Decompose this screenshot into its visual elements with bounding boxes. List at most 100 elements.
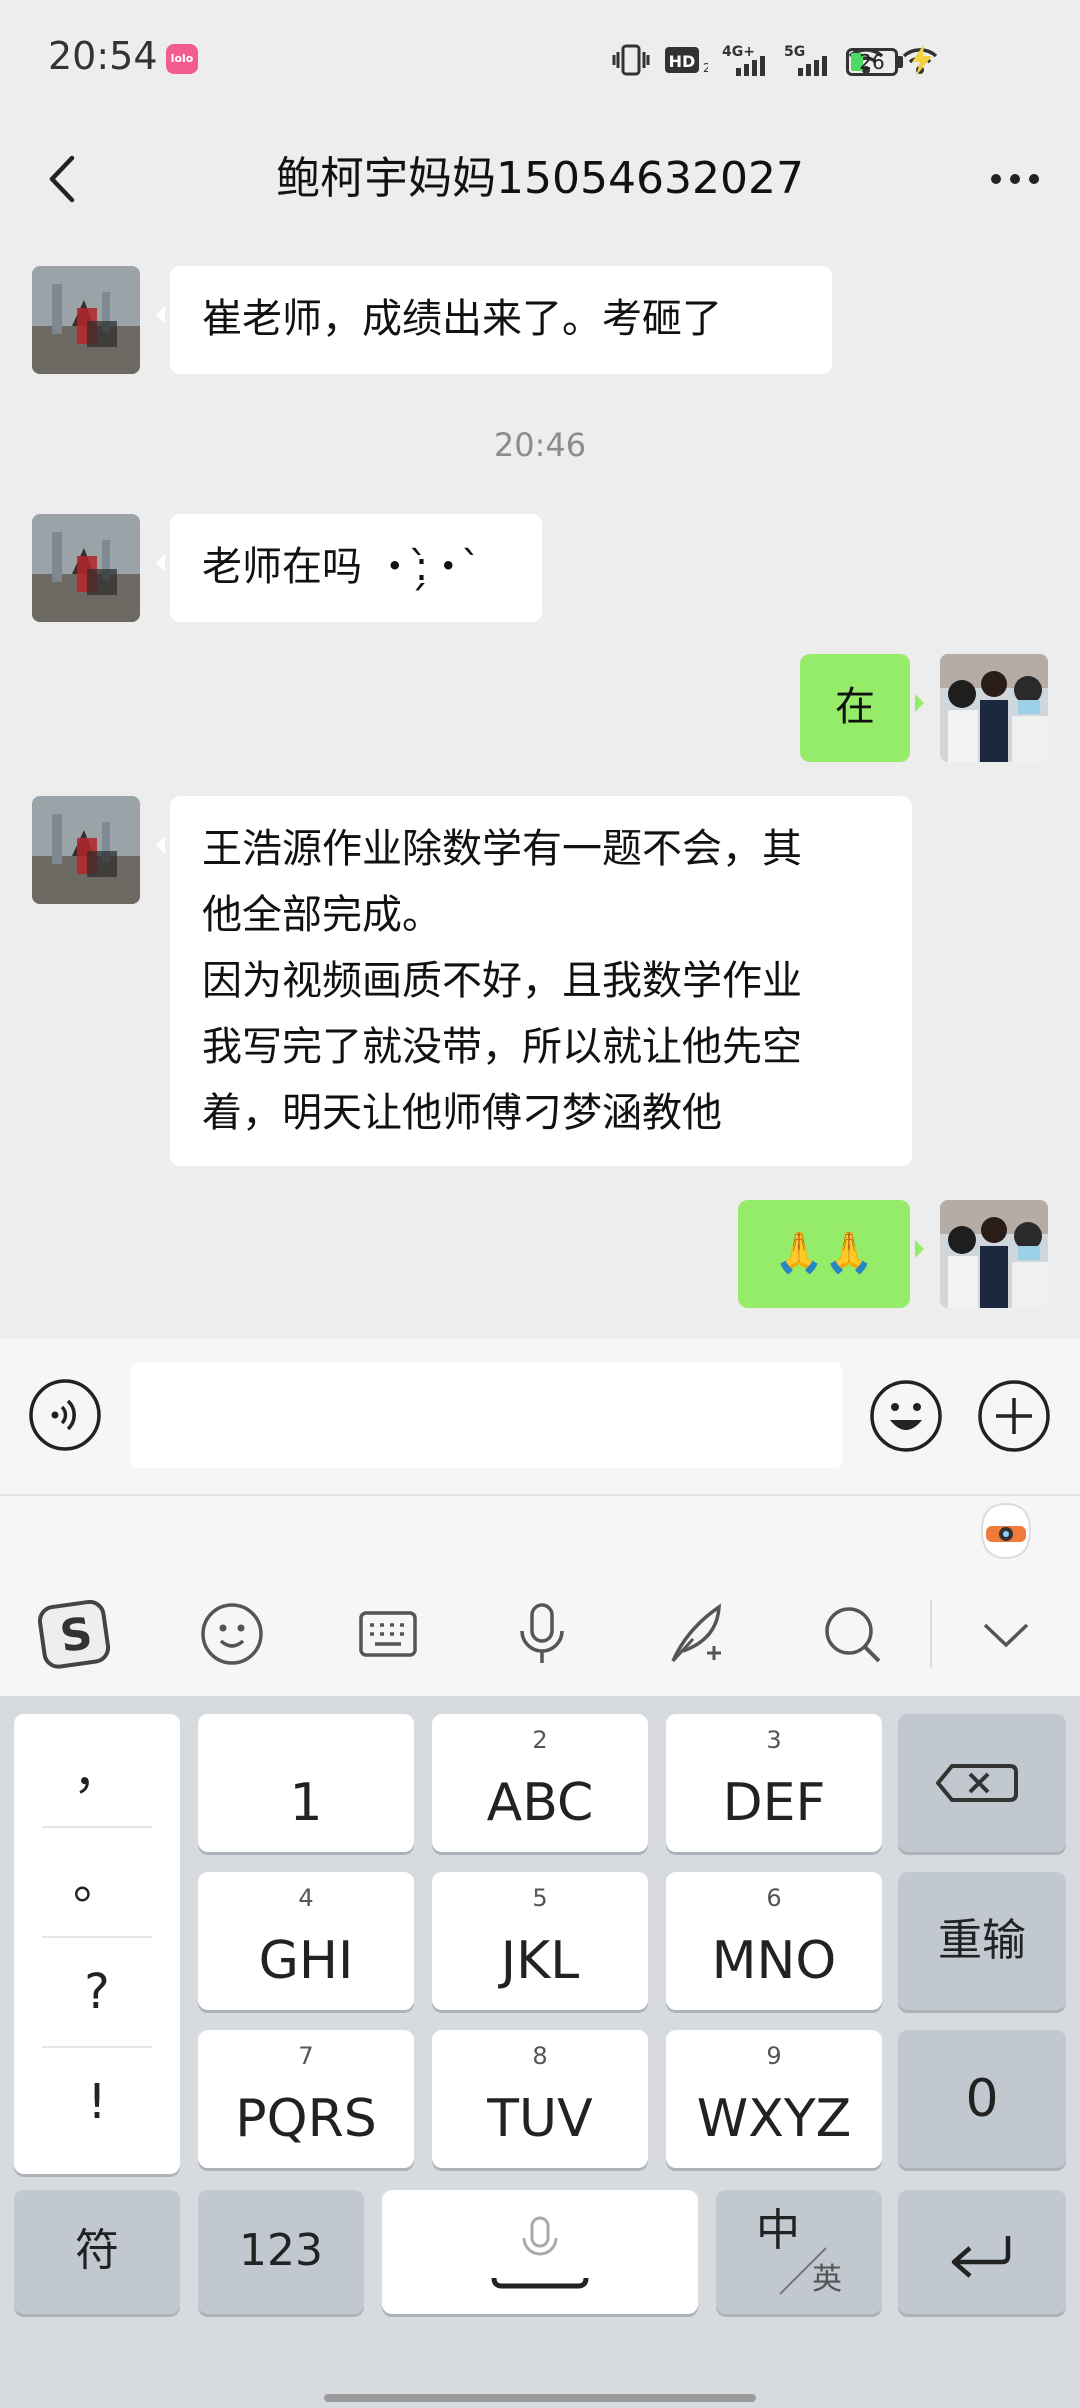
sogou-logo-button[interactable]: S: [34, 1592, 118, 1676]
keyboard-emoji-button[interactable]: [190, 1592, 274, 1676]
keyboard-toolbar: S: [0, 1580, 1080, 1690]
my-avatar[interactable]: [940, 654, 1048, 762]
sogou-logo-icon: S: [37, 1599, 111, 1669]
message-bubble-incoming[interactable]: 王浩源作业除数学有一题不会，其 他全部完成。 因为视频画质不好，且我数学作业 我…: [156, 796, 912, 1166]
punctuation-key[interactable]: ，: [14, 1718, 180, 1826]
message-text-line: 我写完了就没带，所以就让他先空: [202, 1024, 802, 1070]
app-notification-icon: lolo: [166, 44, 198, 74]
key-number: 5: [532, 1884, 548, 1912]
keyboard-mascot-icon[interactable]: [974, 1500, 1038, 1564]
lang-en-label: 英: [812, 2262, 842, 2297]
contact-avatar[interactable]: [32, 514, 140, 622]
emoji-icon: [870, 1380, 942, 1452]
svg-text:2: 2: [703, 61, 708, 75]
back-button[interactable]: [30, 144, 100, 214]
message-bubble-outgoing[interactable]: 🙏🙏: [738, 1200, 924, 1308]
backspace-key[interactable]: [898, 1714, 1066, 1852]
key-label: 1: [289, 1773, 323, 1833]
quill-icon: [671, 1603, 721, 1663]
contact-avatar[interactable]: [32, 266, 140, 374]
more-button[interactable]: [970, 144, 1060, 214]
key-number: 8: [532, 2042, 548, 2070]
message-input[interactable]: [130, 1362, 842, 1468]
enter-key[interactable]: [898, 2190, 1066, 2314]
key-ghi[interactable]: 4 GHI: [198, 1872, 414, 2010]
key-label: JKL: [500, 1931, 580, 1991]
key-label: ABC: [486, 1773, 594, 1833]
language-switch-key[interactable]: 中 英: [716, 2190, 882, 2314]
status-time: 20:54: [48, 34, 158, 78]
collapse-keyboard-button[interactable]: [964, 1592, 1048, 1676]
backspace-icon: [936, 1764, 1018, 1802]
key-jkl[interactable]: 5 JKL: [432, 1872, 648, 2010]
handwriting-button[interactable]: [656, 1592, 740, 1676]
status-bar: 20:54 lolo HD 2 4G+ 5G 26: [0, 0, 1080, 120]
toolbar-divider: [930, 1600, 932, 1668]
voice-input-button[interactable]: [28, 1378, 102, 1452]
key-mno[interactable]: 6 MNO: [666, 1872, 882, 2010]
svg-text:HD: HD: [669, 52, 696, 71]
chat-input-bar: [0, 1338, 1080, 1496]
numbers-key[interactable]: 123: [198, 2190, 364, 2314]
key-label: 符: [75, 2225, 119, 2276]
smile-icon: [201, 1603, 263, 1665]
key-number: 7: [298, 2042, 314, 2070]
enter-icon: [951, 2236, 1011, 2278]
keyboard-voice-button[interactable]: [500, 1592, 584, 1676]
key-label: WXYZ: [696, 2089, 852, 2149]
my-avatar[interactable]: [940, 1200, 1048, 1308]
keyboard: ， 。 ? ! 1 2 ABC 3 DEF 4 GHI 5 JKL 6 MNO …: [0, 1696, 1080, 2408]
keyboard-icon: [359, 1611, 417, 1657]
chevron-left-icon: [49, 155, 75, 203]
message-timestamp: 20:46: [493, 426, 587, 464]
keyboard-layout-button[interactable]: [346, 1592, 430, 1676]
reset-key[interactable]: 重输: [898, 1872, 1066, 2010]
punctuation-key[interactable]: !: [14, 2048, 180, 2156]
slash-divider: [779, 2247, 827, 2295]
plus-icon: [978, 1380, 1050, 1452]
key-label: MNO: [711, 1931, 837, 1991]
key-1[interactable]: 1: [198, 1714, 414, 1852]
key-pqrs[interactable]: 7 PQRS: [198, 2030, 414, 2168]
keyboard-search-button[interactable]: [810, 1592, 894, 1676]
key-abc[interactable]: 2 ABC: [432, 1714, 648, 1852]
battery-icon: 26: [846, 48, 898, 76]
battery-level: 26: [859, 50, 885, 74]
key-0[interactable]: 0: [898, 2030, 1066, 2168]
key-wxyz[interactable]: 9 WXYZ: [666, 2030, 882, 2168]
key-label: 123: [239, 2225, 323, 2276]
message-text-line: 王浩源作业除数学有一题不会，其: [202, 826, 802, 872]
key-label: DEF: [722, 1773, 826, 1833]
key-label: GHI: [258, 1931, 354, 1991]
message-text: 崔老师，成绩出来了。考砸了: [202, 296, 722, 342]
home-indicator[interactable]: [324, 2394, 756, 2402]
punctuation-column: ， 。 ? !: [14, 1714, 180, 2174]
hd-icon: HD 2: [664, 42, 708, 78]
message-bubble-outgoing[interactable]: 在: [800, 654, 924, 762]
message-text: 老师在吗 ・:̗̀・ ̀: [202, 544, 481, 590]
key-number: 3: [766, 1726, 782, 1754]
key-def[interactable]: 3 DEF: [666, 1714, 882, 1852]
emoji-button[interactable]: [868, 1378, 944, 1454]
message-text-line: 着，明天让他师傅刁梦涵教他: [202, 1090, 722, 1136]
space-key[interactable]: [382, 2190, 698, 2314]
symbols-key[interactable]: 符: [14, 2190, 180, 2314]
contact-avatar[interactable]: [32, 796, 140, 904]
message-bubble-incoming[interactable]: 老师在吗 ・:̗̀・ ̀: [156, 514, 542, 622]
battery-cap: [898, 56, 903, 68]
key-tuv[interactable]: 8 TUV: [432, 2030, 648, 2168]
microphone-icon: [520, 1603, 564, 1663]
svg-text:5G: 5G: [784, 44, 805, 60]
message-text-line: 因为视频画质不好，且我数学作业: [202, 958, 802, 1004]
signal-4g-icon: 4G+: [722, 42, 770, 78]
key-number: 2: [532, 1726, 548, 1754]
space-mic-icon: [491, 2216, 589, 2289]
voice-icon: [29, 1379, 101, 1451]
punctuation-key[interactable]: 。: [14, 1828, 180, 1936]
chat-header: 鲍柯宇妈妈15054632027: [0, 120, 1080, 236]
more-actions-button[interactable]: [976, 1378, 1052, 1454]
key-number: 6: [766, 1884, 782, 1912]
message-bubble-incoming[interactable]: 崔老师，成绩出来了。考砸了: [156, 266, 832, 374]
message-text: 在: [835, 684, 875, 730]
punctuation-key[interactable]: ?: [14, 1938, 180, 2046]
